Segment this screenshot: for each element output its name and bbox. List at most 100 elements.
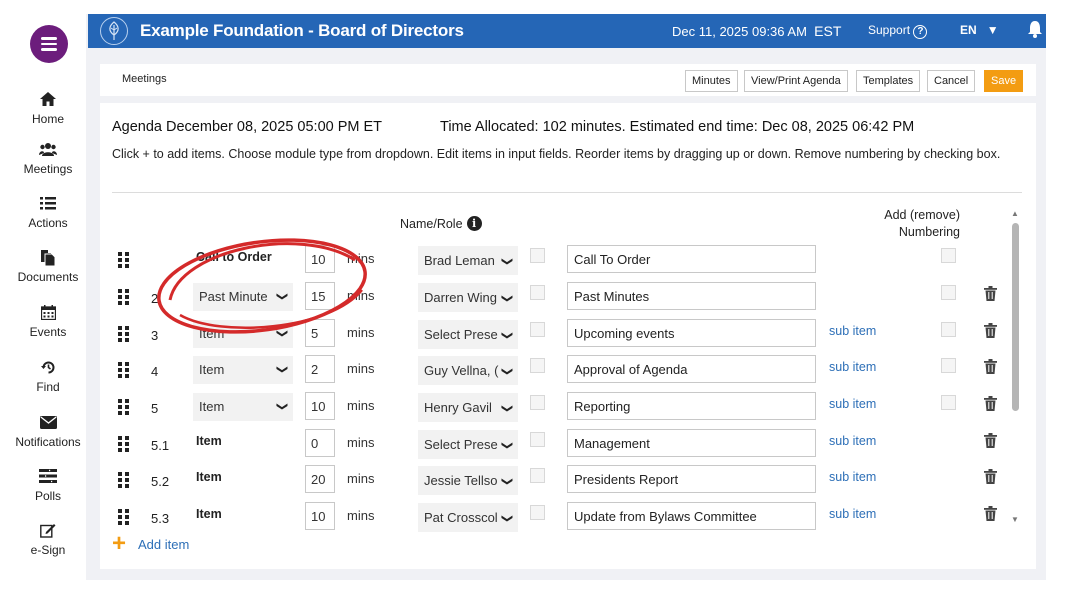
sidebar-item-actions[interactable]: Actions [0,196,96,230]
numbering-checkbox[interactable] [941,285,956,300]
item-title-input[interactable]: Upcoming events [567,319,816,347]
row-checkbox[interactable] [530,395,545,410]
scroll-down-icon[interactable]: ▼ [1011,515,1019,524]
chevron-down-icon: ❯ [500,254,514,267]
numbering-checkbox[interactable] [941,395,956,410]
row-checkbox[interactable] [530,468,545,483]
minutes-input[interactable]: 10 [305,502,335,530]
sidebar-item-events[interactable]: Events [0,305,96,339]
cancel-button[interactable]: Cancel [927,70,976,92]
minutes-input[interactable]: 10 [305,245,335,273]
drag-handle-icon[interactable] [118,509,130,525]
drag-handle-icon[interactable] [118,252,130,268]
trash-icon[interactable] [984,469,998,485]
minutes-button[interactable]: Minutes [685,70,738,92]
presenter-select[interactable]: Select Prese ❯ [418,320,518,349]
chevron-down-icon: ❯ [275,401,288,412]
numbering-checkbox[interactable] [941,358,956,373]
row-checkbox[interactable] [530,432,545,447]
item-title-input[interactable]: Call To Order [567,245,816,273]
numbering-checkbox[interactable] [941,248,956,263]
item-title-input[interactable]: Management [567,429,816,457]
presenter-select[interactable]: Guy Vellna, (❯ [418,356,518,385]
agenda-row[interactable]: 5.2 Item 20 mins Jessie Tellso ❯ Presidents Re… [100,465,1020,495]
scroll-up-icon[interactable]: ▲ [1011,209,1019,218]
add-item-button[interactable]: + Add item [112,532,189,556]
presenter-select[interactable]: Select Prese ❯ [418,430,518,459]
drag-handle-icon[interactable] [118,436,130,452]
drag-handle-icon[interactable] [118,472,130,488]
presenter-select[interactable]: Jessie Tellso ❯ [418,466,518,495]
scrollbar[interactable]: ▲ ▼ [1010,209,1020,525]
trash-icon[interactable] [984,323,998,339]
presenter-select[interactable]: Pat Crosscol ❯ [418,503,518,532]
item-title-input[interactable]: Update from Bylaws Committee [567,502,816,530]
support-link[interactable]: Support ? [868,23,928,39]
drag-handle-icon[interactable] [118,362,130,378]
sub-item-link[interactable]: sub item [829,360,876,374]
row-checkbox[interactable] [530,505,545,520]
row-checkbox[interactable] [530,248,545,263]
agenda-row[interactable]: Call to Order 10 mins Brad Leman ❯ Call To Or… [100,245,1020,275]
minutes-input[interactable]: 0 [305,429,335,457]
agenda-row[interactable]: 2 Past Minute ❯ 15 mins Darren Wing ❯ Past Minu… [100,282,1020,312]
sidebar-item-polls[interactable]: Polls [0,469,96,503]
sub-item-link[interactable]: sub item [829,397,876,411]
row-checkbox[interactable] [530,322,545,337]
drag-handle-icon[interactable] [118,289,130,305]
save-button[interactable]: Save [984,70,1024,92]
language-selector[interactable]: EN ▼ [960,23,999,37]
presenter-select[interactable]: Brad Leman ❯ [418,246,518,275]
sidebar-item-notifications[interactable]: Notifications [0,415,96,449]
templates-button[interactable]: Templates [856,70,921,92]
item-title-input[interactable]: Reporting [567,392,816,420]
breadcrumb[interactable]: Meetings [122,73,167,85]
item-title-input[interactable]: Past Minutes [567,282,816,310]
trash-icon[interactable] [984,359,998,375]
agenda-row[interactable]: 5.3 Item 10 mins Pat Crosscol ❯ Update from By… [100,502,1020,532]
agenda-row[interactable]: 5 Item ❯ 10 mins Henry Gavil ❯ Reporting sub ite… [100,392,1020,422]
sidebar-item-find[interactable]: Find [0,360,96,394]
item-title-input[interactable]: Presidents Report [567,465,816,493]
module-type-select[interactable]: Item ❯ [193,356,293,384]
menu-logo-icon[interactable] [30,25,68,63]
minutes-input[interactable]: 20 [305,465,335,493]
item-title-input[interactable]: Approval of Agenda [567,355,816,383]
row-checkbox[interactable] [530,358,545,373]
chevron-down-icon: ❯ [500,474,514,487]
minutes-input[interactable]: 2 [305,355,335,383]
module-type-select[interactable]: Item ❯ [193,393,293,421]
view-print-agenda-button[interactable]: View/Print Agenda [744,70,848,92]
presenter-select[interactable]: Darren Wing ❯ [418,283,518,312]
info-icon[interactable]: i [466,216,482,231]
bell-icon[interactable] [1028,20,1042,43]
sub-item-link[interactable]: sub item [829,470,876,484]
trash-icon[interactable] [984,506,998,522]
sub-item-link[interactable]: sub item [829,434,876,448]
sub-item-link[interactable]: sub item [829,324,876,338]
module-type-select[interactable]: Item ❯ [193,320,293,348]
sidebar-item-label: Actions [28,216,68,230]
sidebar-item-home[interactable]: Home [0,92,96,126]
minutes-input[interactable]: 5 [305,319,335,347]
row-checkbox[interactable] [530,285,545,300]
trash-icon[interactable] [984,286,998,302]
sidebar-item-meetings[interactable]: Meetings [0,142,96,176]
module-type-select[interactable]: Past Minute ❯ [193,283,293,311]
sidebar-item-documents[interactable]: Documents [0,250,96,284]
sub-item-link[interactable]: sub item [829,507,876,521]
current-datetime: Dec 11, 2025 09:36 AM EST [672,23,842,39]
trash-icon[interactable] [984,433,998,449]
scrollbar-thumb[interactable] [1012,223,1019,411]
drag-handle-icon[interactable] [118,326,130,342]
drag-handle-icon[interactable] [118,399,130,415]
trash-icon[interactable] [984,396,998,412]
minutes-input[interactable]: 15 [305,282,335,310]
agenda-row[interactable]: 4 Item ❯ 2 mins Guy Vellna, (❯ Approval of Age… [100,355,1020,385]
agenda-row[interactable]: 5.1 Item 0 mins Select Prese ❯ Management sub i… [100,429,1020,459]
presenter-select[interactable]: Henry Gavil ❯ [418,393,518,422]
numbering-checkbox[interactable] [941,322,956,337]
agenda-row[interactable]: 3 Item ❯ 5 mins Select Prese ❯ Upcoming events s… [100,319,1020,349]
sidebar-item-esign[interactable]: e-Sign [0,523,96,557]
minutes-input[interactable]: 10 [305,392,335,420]
